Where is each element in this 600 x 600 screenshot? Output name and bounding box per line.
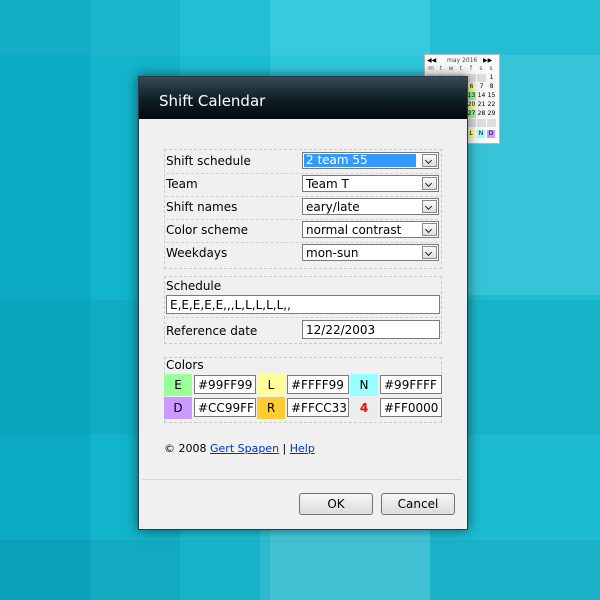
chevron-down-icon[interactable] — [422, 200, 437, 213]
next-month-icon[interactable]: ▶▶ — [483, 57, 492, 64]
reference-date-value: 12/22/2003 — [306, 323, 376, 337]
chevron-down-icon[interactable] — [422, 177, 437, 190]
credits: © 2008 Gert Spapen | Help — [164, 442, 315, 455]
shift-schedule-value: 2 team 55 — [304, 154, 416, 167]
shift-schedule-label: Shift schedule — [166, 154, 251, 168]
schedule-label: Schedule — [166, 279, 222, 293]
gadget-weekday-header: m — [428, 65, 434, 72]
shift-calendar-dialog: Shift Calendar Shift schedule 2 team 55 … — [138, 76, 468, 530]
chevron-down-icon[interactable] — [422, 154, 437, 167]
color-hex-input-d[interactable]: #CC99FF — [194, 398, 256, 417]
gadget-day-cell[interactable]: 6 — [467, 83, 476, 91]
gadget-day-cell[interactable]: 20 — [467, 101, 476, 109]
team-label: Team — [166, 177, 198, 191]
color-swatch-4[interactable]: 4 — [350, 397, 378, 419]
shift-names-select[interactable]: eary/late — [302, 198, 439, 215]
title-bar[interactable]: Shift Calendar — [139, 77, 467, 119]
team-value: Team T — [306, 177, 349, 191]
copyright-text: © 2008 — [164, 442, 210, 455]
gadget-day-cell[interactable]: 15 — [487, 92, 496, 100]
gadget-day-cell[interactable]: 28 — [477, 110, 486, 118]
prev-month-icon[interactable]: ◀◀ — [427, 57, 436, 64]
reference-date-label: Reference date — [166, 324, 258, 338]
gadget-day-cell[interactable] — [477, 119, 486, 127]
gadget-day-cell[interactable] — [467, 74, 476, 82]
color-scheme-select[interactable]: normal contrast — [302, 221, 439, 238]
gadget-legend-item: D — [487, 130, 495, 138]
shift-names-value: eary/late — [306, 200, 360, 214]
gadget-legend-item: N — [477, 130, 485, 138]
colors-label: Colors — [166, 358, 204, 372]
schedule-value: E,E,E,E,E,,,L,L,L,L,L,, — [170, 298, 291, 312]
cancel-button[interactable]: Cancel — [381, 493, 455, 515]
gadget-weekday-header: s — [479, 65, 483, 72]
weekdays-select[interactable]: mon-sun — [302, 244, 439, 261]
gadget-weekday-header: t — [459, 65, 463, 72]
gadget-day-cell[interactable] — [477, 74, 486, 82]
ok-button[interactable]: OK — [299, 493, 373, 515]
color-scheme-value: normal contrast — [306, 223, 402, 237]
gadget-day-cell[interactable] — [467, 119, 476, 127]
color-hex-input-e[interactable]: #99FF99 — [194, 375, 256, 394]
weekdays-value: mon-sun — [306, 246, 359, 260]
gadget-day-cell[interactable]: 21 — [477, 101, 486, 109]
color-swatch-l[interactable]: L — [257, 374, 285, 396]
chevron-down-icon[interactable] — [422, 223, 437, 236]
gadget-weekday-header: w — [448, 65, 454, 72]
color-hex-input-4[interactable]: #FF0000 — [380, 398, 442, 417]
color-hex-value: #99FFFF — [384, 378, 437, 392]
gadget-day-cell[interactable]: 1 — [487, 74, 496, 82]
schedule-input[interactable]: E,E,E,E,E,,,L,L,L,L,L,, — [166, 295, 440, 314]
gadget-weekday-header: t — [439, 65, 443, 72]
color-hex-input-r[interactable]: #FFCC33 — [287, 398, 349, 417]
color-hex-value: #FFCC33 — [291, 401, 347, 415]
gadget-day-cell[interactable]: 7 — [477, 83, 486, 91]
gadget-day-cell[interactable]: 29 — [487, 110, 496, 118]
gadget-day-cell[interactable]: 27 — [467, 110, 476, 118]
color-hex-input-n[interactable]: #99FFFF — [380, 375, 442, 394]
team-select[interactable]: Team T — [302, 175, 439, 192]
color-hex-value: #CC99FF — [198, 401, 254, 415]
color-swatch-e[interactable]: E — [164, 374, 192, 396]
color-hex-value: #99FF99 — [198, 378, 253, 392]
color-hex-input-l[interactable]: #FFFF99 — [287, 375, 349, 394]
author-link[interactable]: Gert Spapen — [210, 442, 279, 455]
gadget-day-cell[interactable]: 22 — [487, 101, 496, 109]
gadget-weekday-header: f — [469, 65, 473, 72]
color-scheme-label: Color scheme — [166, 223, 249, 237]
reference-date-input[interactable]: 12/22/2003 — [302, 320, 440, 339]
dialog-title: Shift Calendar — [159, 92, 266, 110]
help-link[interactable]: Help — [290, 442, 315, 455]
color-swatch-r[interactable]: R — [257, 397, 285, 419]
dialog-content: Shift schedule 2 team 55 Team Team T Shi… — [145, 121, 460, 479]
color-swatch-d[interactable]: D — [164, 397, 192, 419]
gadget-day-cell[interactable]: 14 — [477, 92, 486, 100]
shift-schedule-select[interactable]: 2 team 55 — [302, 152, 439, 169]
gadget-day-cell[interactable]: 8 — [487, 83, 496, 91]
credits-separator: | — [279, 442, 290, 455]
color-swatch-n[interactable]: N — [350, 374, 378, 396]
gadget-day-cell[interactable]: 13 — [467, 92, 476, 100]
dialog-footer: OK Cancel — [142, 479, 462, 528]
color-hex-value: #FF0000 — [384, 401, 439, 415]
weekdays-label: Weekdays — [166, 246, 228, 260]
chevron-down-icon[interactable] — [422, 246, 437, 259]
gadget-month: may 2016 — [447, 57, 478, 64]
gadget-legend-item: L — [467, 130, 475, 138]
shift-names-label: Shift names — [166, 200, 238, 214]
gadget-day-cell[interactable] — [487, 119, 496, 127]
color-hex-value: #FFFF99 — [291, 378, 344, 392]
gadget-weekday-header: s — [489, 65, 493, 72]
